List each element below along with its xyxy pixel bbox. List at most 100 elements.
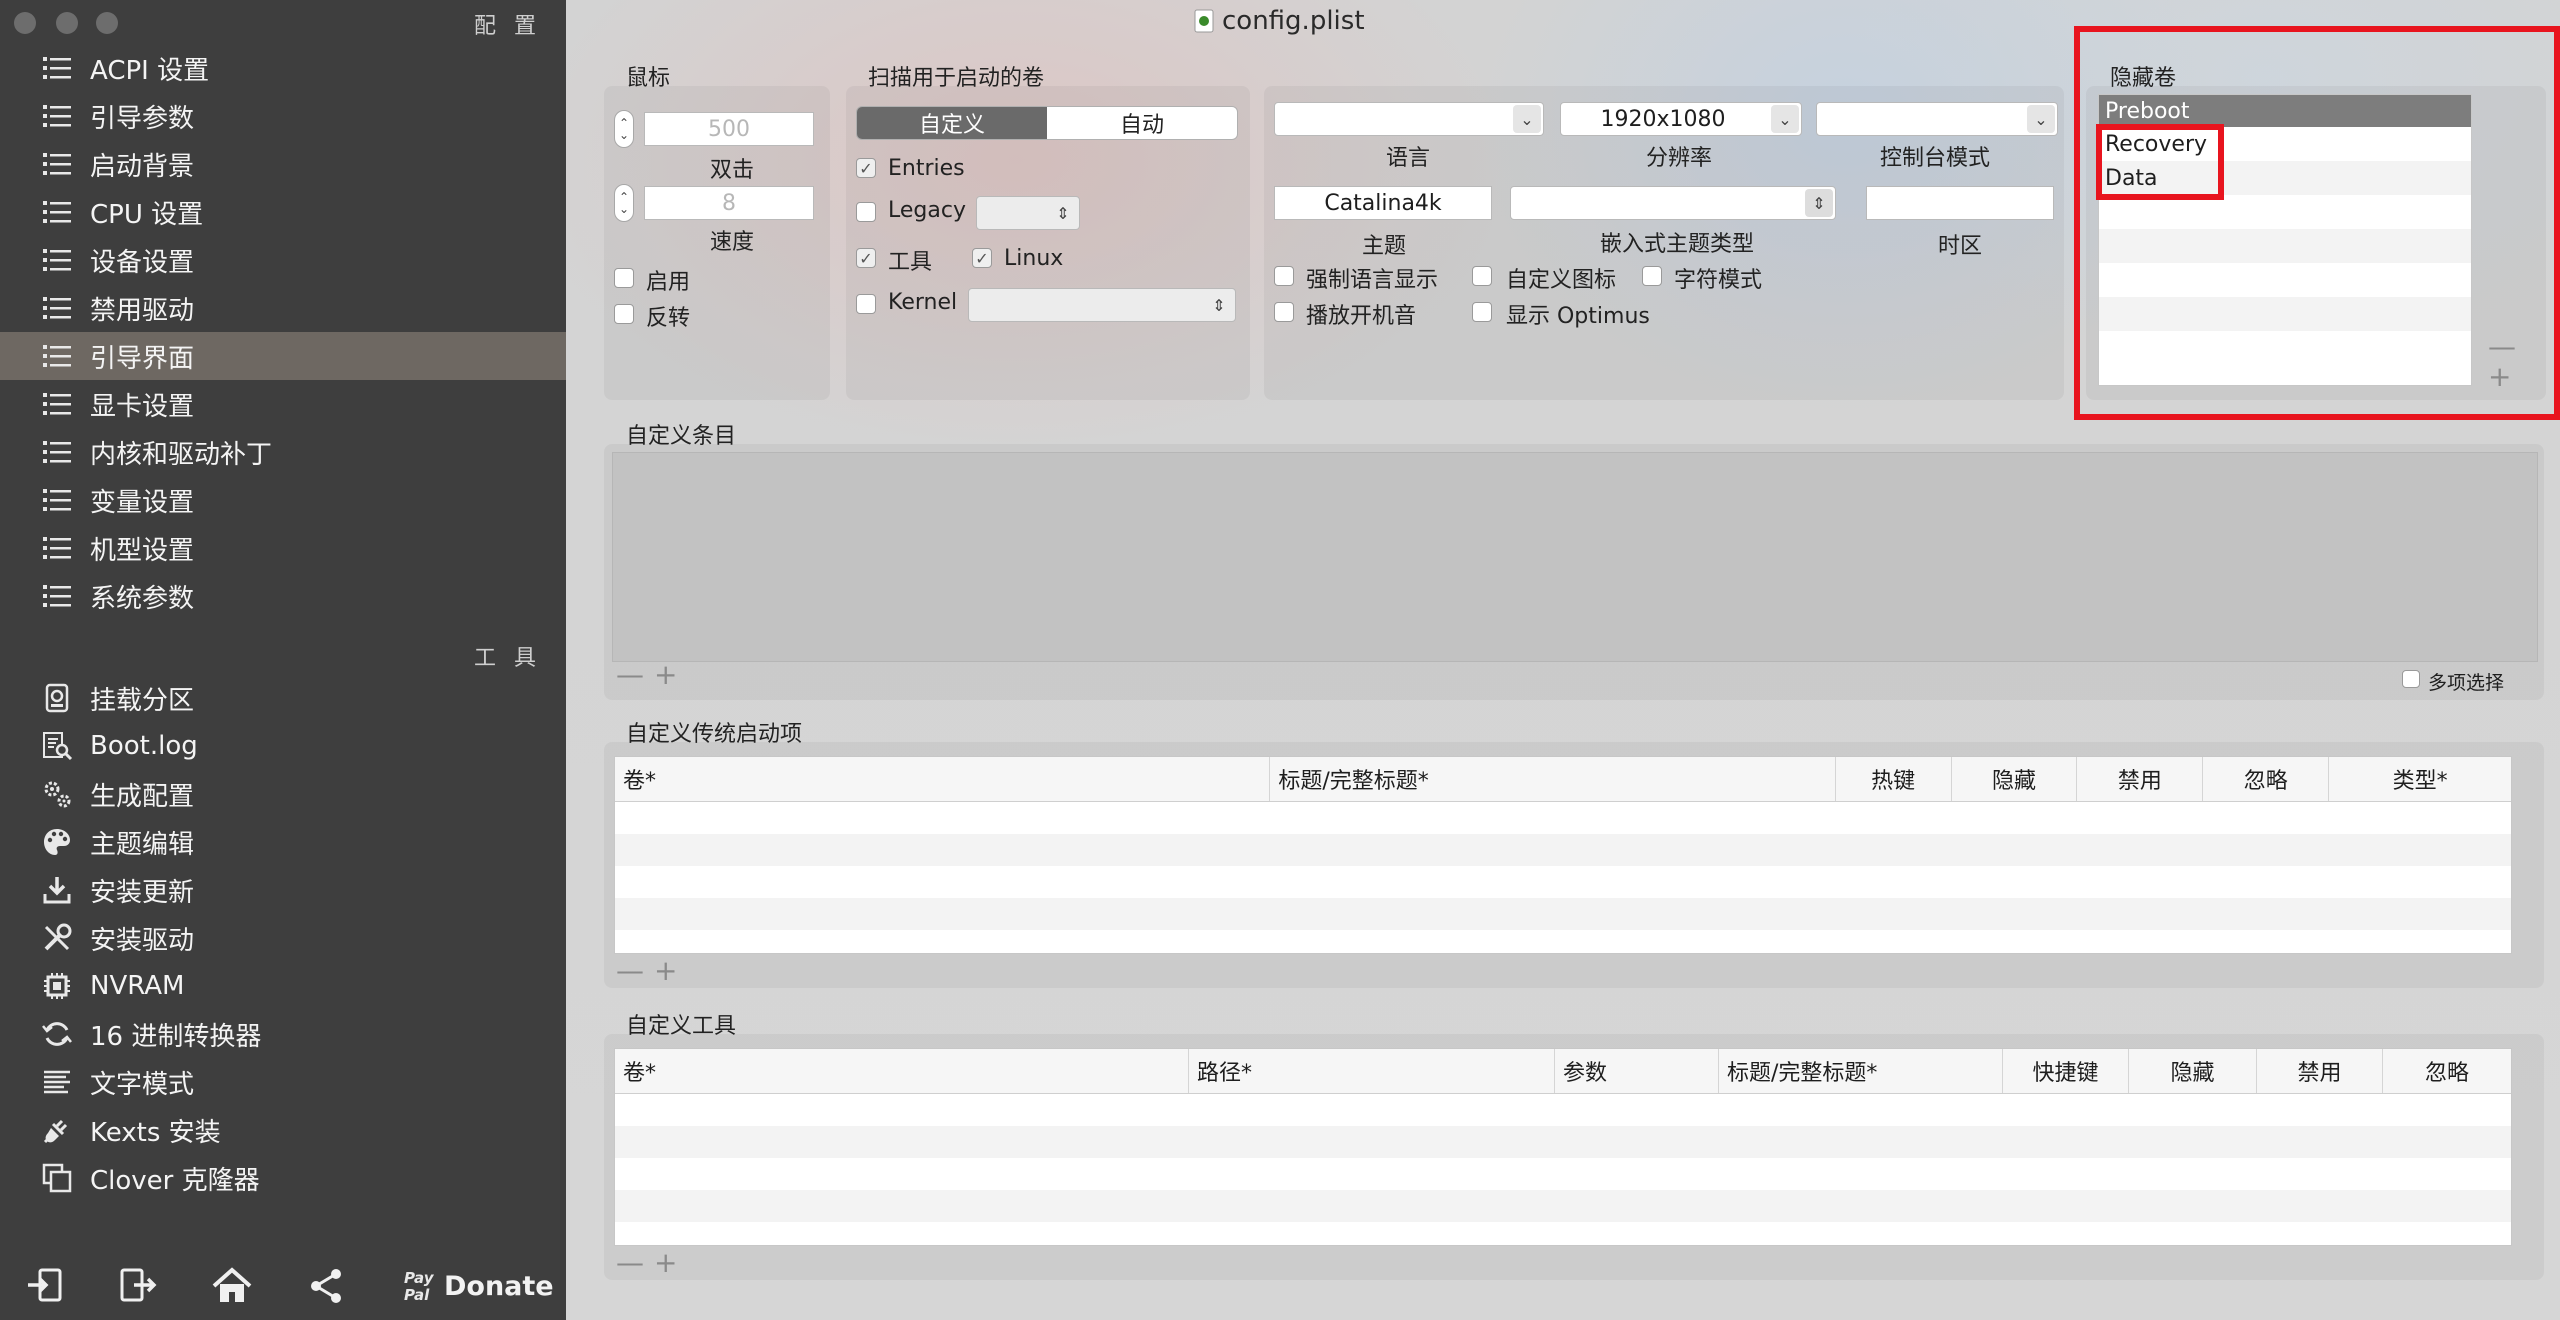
legacy-col-ignore[interactable]: 忽略 — [2203, 757, 2330, 801]
sidebar-item-2[interactable]: 启动背景 — [0, 140, 566, 188]
sidebar-item-8[interactable]: 内核和驱动补丁 — [0, 428, 566, 476]
sidebar-item-6[interactable]: 引导界面 — [0, 332, 566, 380]
tools-col-disabled[interactable]: 禁用 — [2257, 1049, 2383, 1093]
legacy-col-hidden[interactable]: 隐藏 — [1952, 757, 2078, 801]
tools-table-header: 卷* 路径* 参数 标题/完整标题* 快捷键 隐藏 禁用 忽略 — [615, 1049, 2511, 1094]
table-row — [615, 1158, 2511, 1190]
tools-col-hotkey[interactable]: 快捷键 — [2003, 1049, 2129, 1093]
import-icon[interactable] — [24, 1264, 68, 1308]
export-icon[interactable] — [116, 1264, 160, 1308]
legacy-col-title[interactable]: 标题/完整标题* — [1270, 757, 1836, 801]
sidebar-tool-7[interactable]: 16 进制转换器 — [0, 1010, 566, 1058]
mouse-enable-checkbox[interactable] — [614, 268, 634, 288]
sidebar-tool-label: NVRAM — [90, 971, 185, 1001]
scan-custom-segment[interactable]: 自定义 — [857, 107, 1047, 139]
sidebar-item-label: 引导界面 — [90, 343, 195, 374]
donate-button[interactable]: Donate — [444, 1271, 554, 1302]
tools-add-button[interactable]: + — [654, 1246, 677, 1279]
scan-auto-segment[interactable]: 自动 — [1047, 107, 1237, 139]
sidebar-tool-label: 安装驱动 — [90, 925, 195, 956]
list-icon — [40, 195, 74, 229]
legacy-col-type[interactable]: 类型* — [2329, 757, 2511, 801]
tool-checkbox[interactable]: ✓ — [856, 248, 876, 268]
linux-checkbox[interactable]: ✓ — [972, 248, 992, 268]
speed-field[interactable]: 8 — [644, 186, 814, 220]
show-optimus-label: 显示 Optimus — [1506, 304, 1650, 329]
legacy-remove-button[interactable]: — — [616, 954, 644, 987]
multi-select-checkbox[interactable] — [2402, 670, 2420, 688]
sidebar-tool-8[interactable]: 文字模式 — [0, 1058, 566, 1106]
sidebar-tool-2[interactable]: 生成配置 — [0, 770, 566, 818]
sidebar-tool-0[interactable]: 挂载分区 — [0, 674, 566, 722]
kernel-label: Kernel — [888, 290, 958, 315]
sidebar-tool-10[interactable]: Clover 克隆器 — [0, 1154, 566, 1202]
resolution-select[interactable]: 1920x1080 ⌄ — [1560, 102, 1802, 136]
kernel-checkbox[interactable] — [856, 294, 876, 314]
tools-col-ignore[interactable]: 忽略 — [2383, 1049, 2511, 1093]
custom-entries-area[interactable] — [612, 452, 2538, 662]
sidebar-item-0[interactable]: ACPI 设置 — [0, 44, 566, 92]
sidebar-item-11[interactable]: 系统参数 — [0, 572, 566, 620]
custom-tools-table[interactable]: 卷* 路径* 参数 标题/完整标题* 快捷键 隐藏 禁用 忽略 — [614, 1048, 2512, 1246]
plug-icon — [40, 1113, 74, 1147]
sidebar-item-7[interactable]: 显卡设置 — [0, 380, 566, 428]
share-icon[interactable] — [304, 1264, 348, 1308]
tools-remove-button[interactable]: — — [616, 1246, 644, 1279]
sidebar-item-3[interactable]: CPU 设置 — [0, 188, 566, 236]
language-select[interactable]: ⌄ — [1274, 102, 1544, 136]
sidebar-item-4[interactable]: 设备设置 — [0, 236, 566, 284]
force-language-checkbox[interactable] — [1274, 266, 1294, 286]
log-search-icon — [40, 729, 74, 763]
sidebar-tool-1[interactable]: Boot.log — [0, 722, 566, 770]
minimize-window-button[interactable] — [56, 12, 78, 34]
custom-icons-checkbox[interactable] — [1472, 266, 1492, 286]
tools-section-header: 工具 — [474, 646, 555, 671]
mouse-mirror-checkbox[interactable] — [614, 304, 634, 324]
refresh-icon — [40, 1017, 74, 1051]
play-sound-checkbox[interactable] — [1274, 302, 1294, 322]
resolution-label: 分辨率 — [1646, 146, 1713, 171]
sidebar-tool-4[interactable]: 安装更新 — [0, 866, 566, 914]
sidebar-tool-3[interactable]: 主题编辑 — [0, 818, 566, 866]
legacy-col-volume[interactable]: 卷* — [615, 757, 1271, 801]
sidebar-tool-5[interactable]: 安装驱动 — [0, 914, 566, 962]
tools-col-volume[interactable]: 卷* — [615, 1049, 1189, 1093]
legacy-checkbox[interactable] — [856, 202, 876, 222]
entries-checkbox[interactable]: ✓ — [856, 158, 876, 178]
tools-col-hidden[interactable]: 隐藏 — [2129, 1049, 2257, 1093]
double-click-stepper[interactable]: ⌃ ⌄ — [614, 110, 634, 148]
close-window-button[interactable] — [14, 12, 36, 34]
legacy-col-disabled[interactable]: 禁用 — [2077, 757, 2204, 801]
sidebar-item-9[interactable]: 变量设置 — [0, 476, 566, 524]
custom-entries-add-button[interactable]: + — [654, 658, 677, 691]
home-icon[interactable] — [210, 1264, 254, 1308]
sidebar-item-1[interactable]: 引导参数 — [0, 92, 566, 140]
kernel-select[interactable]: ⇕ — [968, 288, 1236, 322]
tools-col-path[interactable]: 路径* — [1189, 1049, 1555, 1093]
disk-icon — [40, 681, 74, 715]
sidebar-item-label: CPU 设置 — [90, 199, 204, 230]
legacy-entries-table[interactable]: 卷* 标题/完整标题* 热键 隐藏 禁用 忽略 类型* — [614, 756, 2512, 954]
speed-stepper[interactable]: ⌃ ⌄ — [614, 184, 634, 222]
legacy-select[interactable]: ⇕ — [976, 196, 1080, 230]
theme-field[interactable]: Catalina4k — [1274, 186, 1492, 220]
sidebar-item-5[interactable]: 禁用驱动 — [0, 284, 566, 332]
show-optimus-checkbox[interactable] — [1472, 302, 1492, 322]
legacy-col-hotkey[interactable]: 热键 — [1836, 757, 1952, 801]
legacy-add-button[interactable]: + — [654, 954, 677, 987]
tool-label: 工具 — [888, 250, 933, 275]
timezone-field[interactable] — [1866, 186, 2054, 220]
sidebar-item-10[interactable]: 机型设置 — [0, 524, 566, 572]
tools-col-title[interactable]: 标题/完整标题* — [1719, 1049, 2003, 1093]
double-click-field[interactable]: 500 — [644, 112, 814, 146]
console-mode-select[interactable]: ⌄ — [1816, 102, 2058, 136]
scan-mode-segmented-control[interactable]: 自定义 自动 — [856, 106, 1238, 140]
zoom-window-button[interactable] — [96, 12, 118, 34]
text-mode-checkbox[interactable] — [1642, 266, 1662, 286]
custom-entries-remove-button[interactable]: — — [616, 658, 644, 691]
sidebar-tool-9[interactable]: Kexts 安装 — [0, 1106, 566, 1154]
embedded-theme-select[interactable]: ⇕ — [1510, 186, 1836, 220]
multi-select-label: 多项选择 — [2428, 672, 2505, 694]
sidebar-tool-6[interactable]: NVRAM — [0, 962, 566, 1010]
tools-col-args[interactable]: 参数 — [1555, 1049, 1719, 1093]
